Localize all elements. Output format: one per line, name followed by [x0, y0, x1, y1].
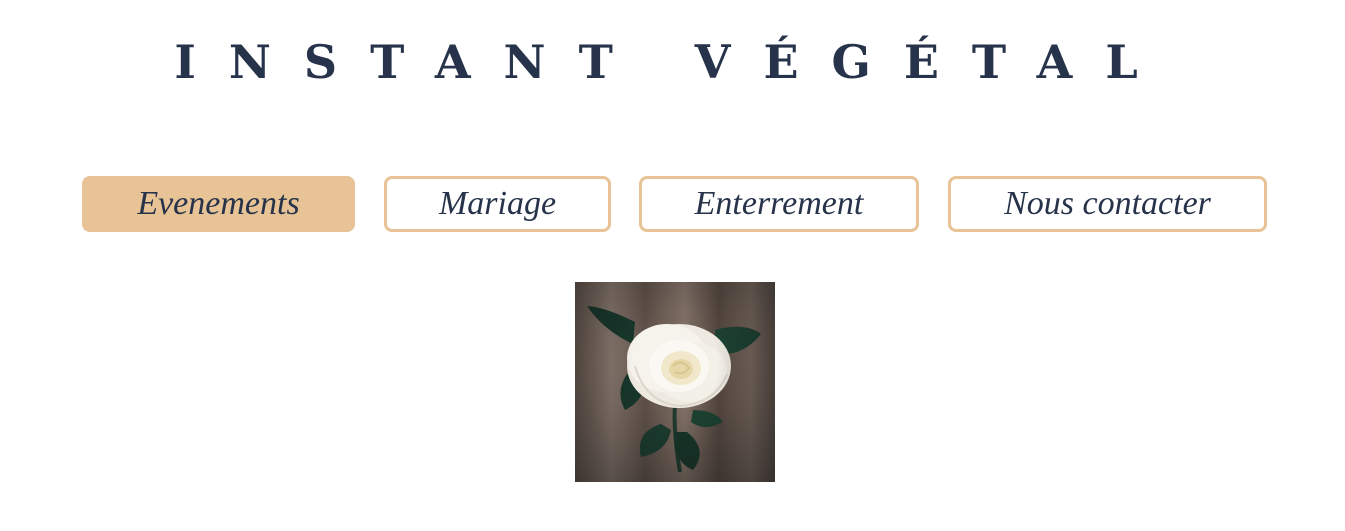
nav-button-enterrement[interactable]: Enterrement — [639, 176, 919, 232]
nav-button-mariage[interactable]: Mariage — [384, 176, 611, 232]
nav-button-nous-contacter[interactable]: Nous contacter — [948, 176, 1267, 232]
rose-illustration — [587, 306, 761, 473]
site-title: INSTANT VÉGÉTAL — [174, 35, 1171, 89]
main-nav: Evenements Mariage Enterrement Nous cont… — [0, 176, 1345, 232]
page: INSTANT VÉGÉTAL Evenements Mariage Enter… — [0, 0, 1345, 531]
white-rose-photo — [575, 282, 775, 482]
nav-button-evenements[interactable]: Evenements — [82, 176, 355, 232]
